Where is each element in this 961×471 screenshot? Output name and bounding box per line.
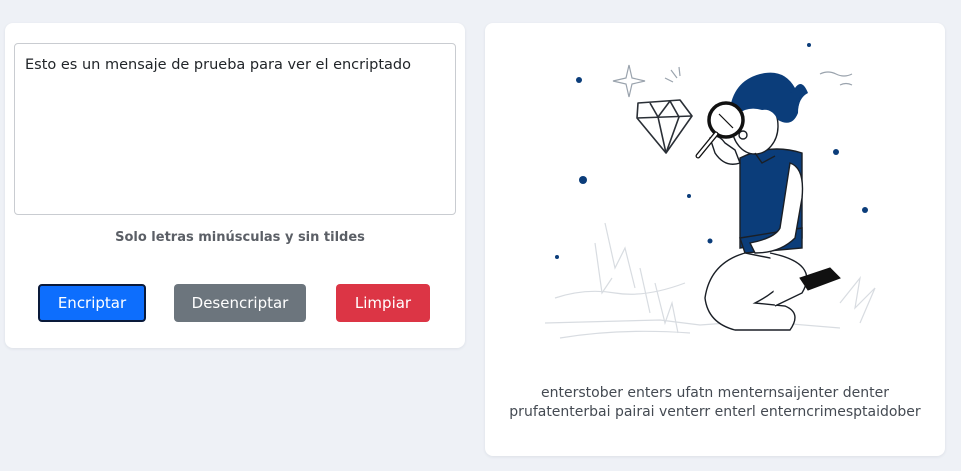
clear-button[interactable]: Limpiar	[336, 284, 430, 322]
message-input[interactable]: Esto es un mensaje de prueba para ver el…	[14, 43, 456, 215]
decrypt-button[interactable]: Desencriptar	[174, 284, 306, 322]
output-line-2: prufatenterbai pairai venterr enterl ent…	[509, 404, 921, 420]
output-text: enterstober enters ufatn menternsaijente…	[495, 384, 935, 422]
output-panel: enterstober enters ufatn menternsaijente…	[485, 23, 945, 456]
input-panel: Esto es un mensaje de prueba para ver el…	[5, 23, 465, 348]
encrypt-button[interactable]: Encriptar	[38, 284, 146, 322]
output-line-1: enterstober enters ufatn menternsaijente…	[541, 385, 889, 401]
input-hint: Solo letras minúsculas y sin tildes	[115, 230, 365, 245]
detective-illustration	[544, 43, 876, 339]
